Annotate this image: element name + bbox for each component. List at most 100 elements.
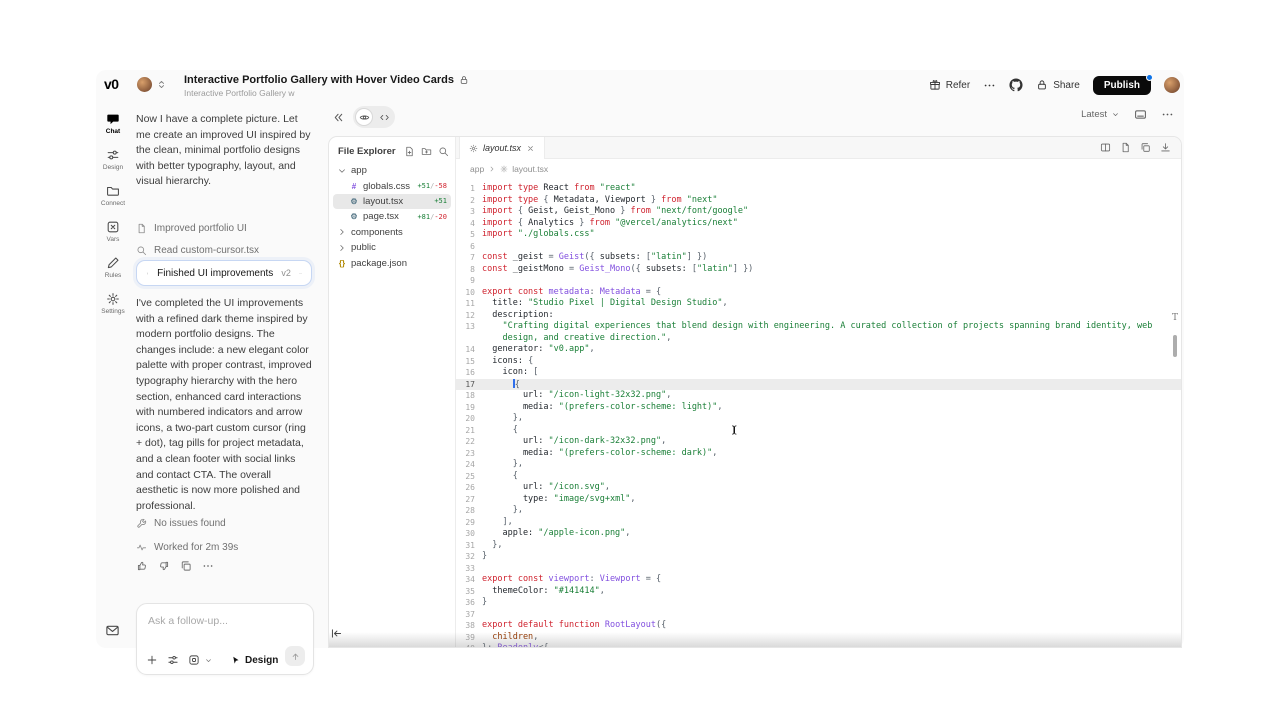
- workspace-more-button[interactable]: [1161, 108, 1174, 121]
- design-label: Design: [245, 655, 278, 666]
- code-line: 12 description:: [456, 310, 1181, 322]
- ellipsis-icon[interactable]: [202, 560, 214, 572]
- file-icon[interactable]: [1120, 142, 1131, 153]
- sliders-icon: [106, 148, 120, 162]
- sidebar-item-connect[interactable]: Connect: [96, 184, 130, 207]
- chevron-down-icon[interactable]: [204, 656, 213, 665]
- diff-stats: +81/-20: [417, 213, 447, 221]
- sidebar-item-rules[interactable]: Rules: [96, 256, 130, 279]
- copy-icon[interactable]: [180, 560, 192, 572]
- feedback-mail-icon[interactable]: [105, 623, 120, 638]
- github-icon[interactable]: [1009, 78, 1023, 92]
- code-line: 13 "Crafting digital experiences that bl…: [456, 321, 1181, 333]
- chat-input[interactable]: Ask a follow-up... Design: [136, 603, 314, 675]
- tool-call-row[interactable]: Improved portfolio UI: [136, 218, 314, 238]
- sidebar-item-design[interactable]: Design: [96, 148, 130, 171]
- tsx-file-icon: [469, 144, 478, 153]
- code-line: 22 url: "/icon-dark-32x32.png",: [456, 436, 1181, 448]
- sidebar-item-chat[interactable]: Chat: [96, 112, 130, 135]
- page-title: Interactive Portfolio Gallery with Hover…: [184, 74, 454, 86]
- code-line: 39 children,: [456, 632, 1181, 644]
- thumb-down-icon[interactable]: [158, 560, 170, 572]
- project-avatar[interactable]: [137, 77, 152, 92]
- close-icon[interactable]: [526, 144, 535, 153]
- file-tree-item-globals-css[interactable]: #globals.css+51/-58: [333, 178, 451, 193]
- breadcrumb: app layout.tsx: [456, 159, 1181, 179]
- code-toggle-button[interactable]: [375, 108, 393, 126]
- console-icon[interactable]: [1134, 108, 1147, 121]
- wrench-icon: [136, 518, 147, 529]
- breadcrumb-root[interactable]: app: [470, 164, 484, 174]
- code-icon: [379, 112, 390, 123]
- search-icon[interactable]: [438, 146, 449, 157]
- sidebar-item-settings[interactable]: Settings: [96, 292, 130, 315]
- share-button[interactable]: Share: [1036, 79, 1080, 91]
- varbox-icon: [106, 220, 120, 234]
- code-area[interactable]: 1import type React from "react"2import t…: [456, 179, 1181, 647]
- file-tree-item-public[interactable]: public: [333, 240, 451, 255]
- file-tree-item-layout-tsx[interactable]: ⚙layout.tsx+51: [333, 194, 451, 209]
- tsx-file-icon: ⚙: [349, 212, 359, 221]
- thumb-up-icon[interactable]: [136, 560, 148, 572]
- breadcrumb-file[interactable]: layout.tsx: [512, 164, 548, 174]
- sidebar-item-vars[interactable]: Vars: [96, 220, 130, 243]
- lock-icon: [459, 75, 469, 85]
- model-picker-button[interactable]: [188, 654, 200, 666]
- code-line: 25 {: [456, 471, 1181, 483]
- code-line: 21 {: [456, 425, 1181, 437]
- preview-toggle-button[interactable]: [355, 108, 373, 126]
- file-name: page.tsx: [363, 211, 413, 222]
- send-button[interactable]: [285, 646, 305, 666]
- task-summary-card[interactable]: Finished UI improvements v2: [136, 260, 312, 286]
- folder-icon: [106, 184, 120, 198]
- sidebar-item-label: Design: [103, 164, 123, 171]
- app-header: v0 Interactive Portfolio Gallery with Ho…: [96, 70, 1184, 100]
- file-name: package.json: [351, 258, 447, 269]
- code-line: 31 },: [456, 540, 1181, 552]
- file-tree-item-app[interactable]: app: [333, 163, 451, 178]
- code-line: 10export const metadata: Metadata = {: [456, 287, 1181, 299]
- file-tree-item-package-json[interactable]: {}package.json: [333, 255, 451, 270]
- task-more-button[interactable]: [299, 269, 302, 278]
- code-line: 1import type React from "react": [456, 183, 1181, 195]
- download-icon[interactable]: [1160, 142, 1171, 153]
- eye-icon: [359, 112, 370, 123]
- publish-button[interactable]: Publish: [1093, 76, 1151, 95]
- attach-plus-button[interactable]: [146, 654, 158, 666]
- header-more-button[interactable]: [983, 79, 996, 92]
- arrow-up-icon: [290, 651, 301, 662]
- file-tree-item-page-tsx[interactable]: ⚙ page.tsx +81/-20: [333, 209, 451, 224]
- v0-logo[interactable]: v0: [104, 76, 119, 92]
- tool-call-row[interactable]: Read custom-cursor.tsx: [136, 240, 314, 260]
- split-view-icon[interactable]: [1100, 142, 1111, 153]
- code-line: 29 ],: [456, 517, 1181, 529]
- design-mode-chip[interactable]: Design: [230, 655, 278, 666]
- collapse-explorer-icon[interactable]: [330, 627, 343, 640]
- file-name: layout.tsx: [363, 196, 430, 207]
- code-line: design, and creative direction.",: [456, 333, 1181, 345]
- tool-call-label: Improved portfolio UI: [154, 223, 247, 234]
- collapse-panel-icon[interactable]: [332, 111, 345, 124]
- file-explorer: File Explorer app#globals.css+51/-58 ⚙ lay…: [329, 137, 456, 647]
- file-explorer-title: File Explorer: [338, 146, 398, 157]
- input-settings-button[interactable]: [167, 654, 179, 666]
- chevron-right-icon: [337, 227, 347, 237]
- search-icon: [136, 245, 147, 256]
- code-line: 40}: Readonly<{: [456, 643, 1181, 647]
- code-line: 16 icon: [: [456, 367, 1181, 379]
- user-avatar[interactable]: [1164, 77, 1180, 93]
- diff-stats: +51: [434, 197, 447, 205]
- copy-icon[interactable]: [1140, 142, 1151, 153]
- file-tree-item-components[interactable]: components: [333, 225, 451, 240]
- file-tree: app#globals.css+51/-58 ⚙ layout.tsx +51 ⚙ pag…: [333, 163, 451, 271]
- code-line: 20 },: [456, 413, 1181, 425]
- new-file-icon[interactable]: [404, 146, 415, 157]
- refer-button[interactable]: Refer: [929, 79, 970, 91]
- v0-app-window: v0 Interactive Portfolio Gallery with Ho…: [96, 70, 1184, 648]
- version-dropdown[interactable]: Latest: [1081, 109, 1120, 120]
- tab-layout-tsx[interactable]: layout.tsx: [459, 137, 545, 159]
- project-switcher-icon[interactable]: [156, 79, 167, 90]
- scrollbar-thumb[interactable]: [1173, 335, 1177, 357]
- new-folder-icon[interactable]: [421, 146, 432, 157]
- code-line: 38export default function RootLayout({: [456, 620, 1181, 632]
